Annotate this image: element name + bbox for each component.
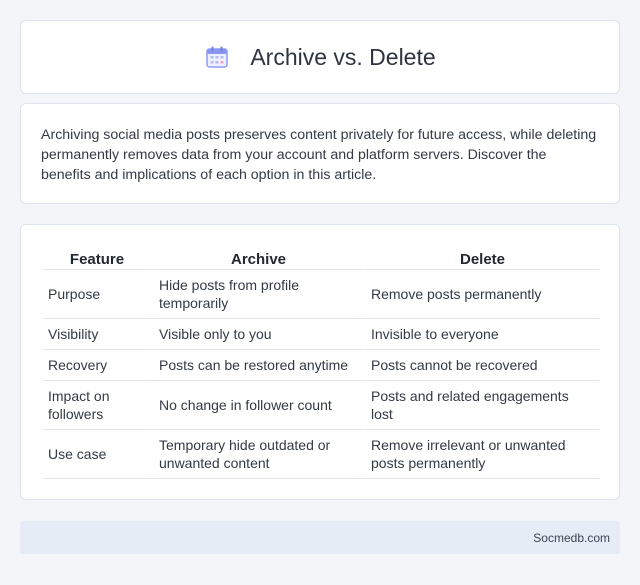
cell-feature: Recovery — [43, 350, 151, 381]
cell-delete: Invisible to everyone — [363, 319, 599, 350]
cell-feature: Visibility — [43, 319, 151, 350]
table-row: Impact on followers No change in followe… — [43, 381, 599, 430]
intro-card: Archiving social media posts preserves c… — [20, 103, 620, 204]
comparison-card: Feature Archive Delete Purpose Hide post… — [20, 224, 620, 500]
cell-archive: Visible only to you — [151, 319, 363, 350]
header-delete: Delete — [363, 245, 599, 270]
table-row: Use case Temporary hide outdated or unwa… — [43, 430, 599, 479]
cell-feature: Use case — [43, 430, 151, 479]
cell-delete: Remove posts permanently — [363, 270, 599, 319]
cell-feature: Purpose — [43, 270, 151, 319]
cell-delete: Posts and related engagements lost — [363, 381, 599, 430]
footer-site-link[interactable]: Socmedb.com — [533, 531, 610, 545]
cell-feature: Impact on followers — [43, 381, 151, 430]
table-row: Recovery Posts can be restored anytime P… — [43, 350, 599, 381]
header-archive: Archive — [151, 245, 363, 270]
title-card: Archive vs. Delete — [20, 20, 620, 94]
comparison-table: Feature Archive Delete Purpose Hide post… — [43, 245, 599, 479]
table-row: Visibility Visible only to you Invisible… — [43, 319, 599, 350]
cell-archive: Hide posts from profile temporarily — [151, 270, 363, 319]
page-title: Archive vs. Delete — [250, 43, 436, 70]
cell-archive: No change in follower count — [151, 381, 363, 430]
intro-text: Archiving social media posts preserves c… — [41, 127, 597, 183]
cell-delete: Posts cannot be recovered — [363, 350, 599, 381]
calendar-icon — [204, 44, 230, 70]
table-row: Purpose Hide posts from profile temporar… — [43, 270, 599, 319]
header-feature: Feature — [43, 245, 151, 270]
table-header-row: Feature Archive Delete — [43, 245, 599, 270]
cell-archive: Posts can be restored anytime — [151, 350, 363, 381]
cell-archive: Temporary hide outdated or unwanted cont… — [151, 430, 363, 479]
cell-delete: Remove irrelevant or unwanted posts perm… — [363, 430, 599, 479]
footer-bar: Socmedb.com — [20, 521, 620, 554]
